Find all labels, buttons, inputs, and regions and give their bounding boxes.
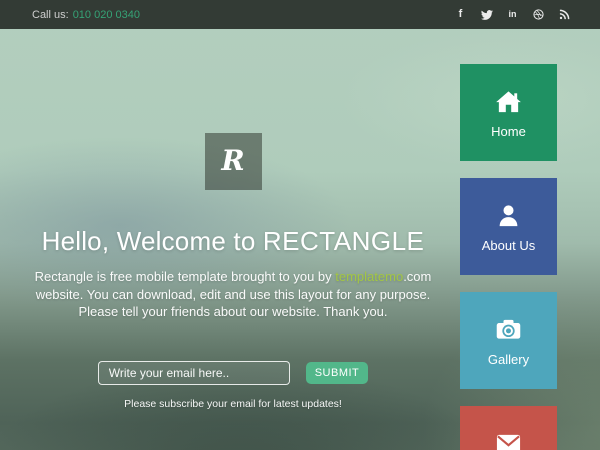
tile-navigation: Home About Us Gallery — [460, 64, 557, 450]
nav-tile-label: Home — [491, 124, 526, 139]
intro-paragraph: Rectangle is free mobile template brough… — [21, 268, 445, 321]
camera-icon — [495, 316, 522, 343]
envelope-icon — [495, 430, 522, 450]
call-us: Call us: 010 020 0340 — [32, 9, 140, 21]
nav-tile-gallery[interactable]: Gallery — [460, 292, 557, 389]
nav-tile-contact[interactable] — [460, 406, 557, 450]
nav-tile-label: Gallery — [488, 352, 529, 367]
subscribe-form: SUBMIT — [0, 361, 466, 385]
phone-number-link[interactable]: 010 020 0340 — [73, 9, 140, 21]
dribbble-icon[interactable] — [530, 6, 547, 23]
hero-section: R Hello, Welcome to RECTANGLE Rectangle … — [0, 29, 466, 410]
social-links: f in — [452, 0, 573, 29]
linkedin-icon[interactable]: in — [504, 6, 521, 23]
rectangle-landing-page: Call us: 010 020 0340 f in R Hello, Welc… — [0, 0, 600, 450]
top-bar: Call us: 010 020 0340 f in — [0, 0, 600, 29]
nav-tile-label: About Us — [482, 238, 535, 253]
logo-square: R — [205, 133, 262, 190]
email-input[interactable] — [98, 361, 290, 385]
facebook-icon[interactable]: f — [452, 6, 469, 23]
page-title-prefix: Hello, Welcome to — [42, 226, 263, 256]
user-icon — [495, 202, 522, 229]
page-title: Hello, Welcome to RECTANGLE — [0, 226, 466, 257]
intro-text-1: Rectangle is free mobile template brough… — [35, 269, 336, 284]
nav-tile-home[interactable]: Home — [460, 64, 557, 161]
nav-tile-about[interactable]: About Us — [460, 178, 557, 275]
rss-icon[interactable] — [556, 6, 573, 23]
submit-button[interactable]: SUBMIT — [306, 362, 369, 384]
twitter-icon[interactable] — [478, 6, 495, 23]
subscribe-note: Please subscribe your email for latest u… — [0, 398, 466, 410]
home-icon — [495, 88, 522, 115]
page-title-brand: RECTANGLE — [263, 226, 425, 256]
templatemo-link[interactable]: templatemo — [335, 269, 403, 284]
logo-letter: R — [221, 144, 244, 177]
call-us-label: Call us: — [32, 9, 69, 21]
